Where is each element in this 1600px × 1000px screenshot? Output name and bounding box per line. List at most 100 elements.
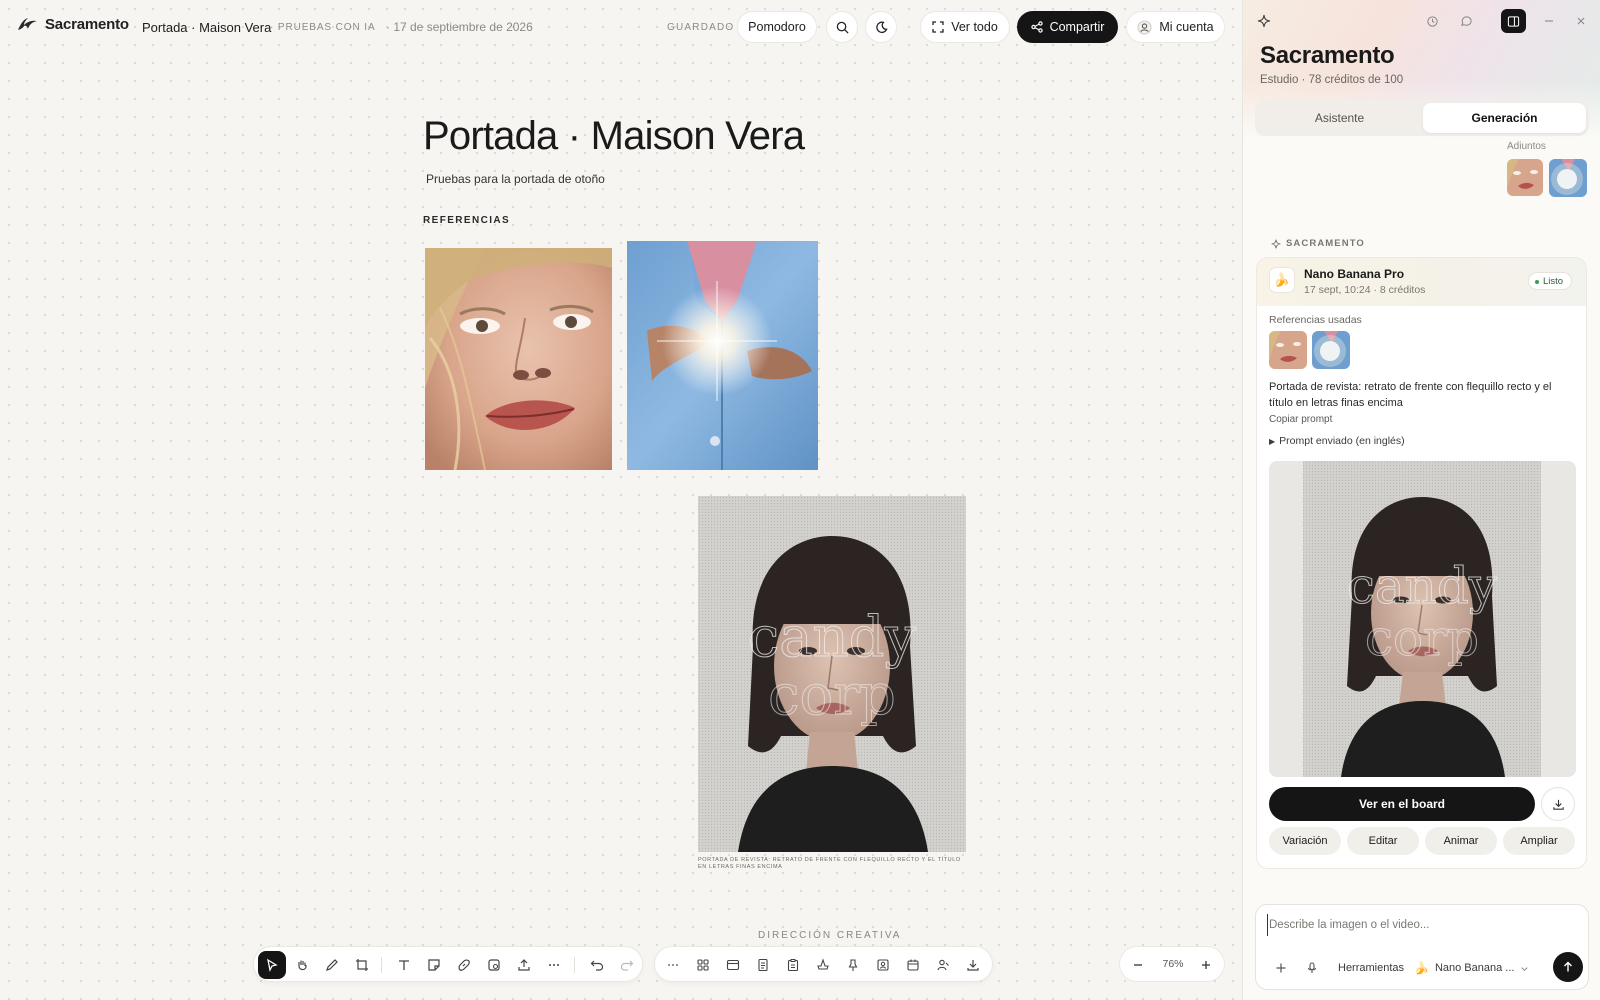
sparkle-button[interactable]: [1253, 10, 1275, 32]
generated-image-result[interactable]: candy corp: [1269, 461, 1576, 777]
tab-assistant[interactable]: Asistente: [1258, 103, 1421, 133]
used-reference-denim[interactable]: [1312, 331, 1350, 369]
attachments-label: Adjuntos: [1507, 141, 1546, 149]
attachment-thumb-denim[interactable]: [1549, 159, 1587, 197]
tab-generation[interactable]: Generación: [1423, 103, 1586, 133]
assistant-section-label: SACRAMENTO: [1271, 238, 1365, 249]
upload-tool[interactable]: [510, 951, 538, 979]
sticky-note-tool[interactable]: [420, 951, 448, 979]
used-reference-face[interactable]: [1269, 331, 1307, 369]
plus-icon: [1202, 961, 1210, 969]
account-label: Mi cuenta: [1159, 20, 1214, 34]
variation-button[interactable]: Variación: [1269, 827, 1341, 855]
minus-icon: [1134, 964, 1142, 966]
generated-image-board[interactable]: candy corp: [698, 496, 966, 852]
expand-icon: [932, 21, 944, 33]
hand-tool[interactable]: [288, 951, 316, 979]
tools-menu-button[interactable]: Herramientas: [1338, 962, 1404, 974]
widgets-more-button[interactable]: [659, 951, 687, 979]
document-title[interactable]: Portada · Maison Vera: [142, 20, 271, 35]
text-tool[interactable]: [390, 951, 418, 979]
zoom-in-button[interactable]: [1192, 951, 1220, 979]
account-button[interactable]: Mi cuenta: [1126, 11, 1225, 43]
link-tool[interactable]: [450, 951, 478, 979]
close-button[interactable]: [1570, 10, 1592, 32]
more-tools-button[interactable]: [540, 951, 568, 979]
hand-icon: [298, 960, 307, 971]
generation-card: 🍌 Nano Banana Pro 17 sept, 10:24 · 8 cré…: [1256, 257, 1587, 869]
prompt-input[interactable]: [1267, 914, 1567, 936]
save-status: GUARDADO: [667, 22, 735, 33]
browser-icon: [726, 959, 740, 971]
more-icon: [668, 964, 678, 966]
search-icon: [836, 21, 849, 34]
calendar-widget-button[interactable]: [899, 951, 927, 979]
ai-side-panel: Sacramento Estudio · 78 créditos de 100 …: [1242, 0, 1600, 1000]
animate-button[interactable]: Animar: [1425, 827, 1497, 855]
undo-button[interactable]: [583, 951, 611, 979]
zoom-out-button[interactable]: [1124, 951, 1152, 979]
share-button[interactable]: Compartir: [1017, 11, 1118, 43]
chat-button[interactable]: [1455, 10, 1477, 32]
board-canvas[interactable]: Sacramento Portada · Maison Vera · PRUEB…: [0, 0, 1242, 1000]
attachment-thumb-face[interactable]: [1507, 159, 1543, 196]
pin-widget-button[interactable]: [839, 951, 867, 979]
disclosure-triangle-icon: ▶: [1269, 437, 1276, 446]
reference-image-face[interactable]: [425, 248, 612, 470]
svg-text:candy: candy: [748, 605, 917, 670]
chat-icon: [1460, 15, 1472, 26]
search-button[interactable]: [826, 11, 858, 43]
add-attachment-button[interactable]: [1270, 957, 1292, 979]
checklist-widget-button[interactable]: [779, 951, 807, 979]
document-widget-button[interactable]: [749, 951, 777, 979]
image-frame-tool[interactable]: [480, 951, 508, 979]
close-icon: [1577, 17, 1585, 25]
pen-icon: [326, 959, 338, 971]
pomodoro-button[interactable]: Pomodoro: [737, 11, 817, 43]
board-title[interactable]: Portada · Maison Vera: [423, 114, 805, 159]
minimize-button[interactable]: [1538, 10, 1560, 32]
share-label: Compartir: [1049, 20, 1105, 34]
prompt-text: Portada de revista: retrato de frente co…: [1269, 381, 1552, 409]
browser-widget-button[interactable]: [719, 951, 747, 979]
mic-icon: [1307, 962, 1317, 973]
panel-icon: [1507, 15, 1520, 27]
clipboard-icon: [787, 959, 799, 972]
grid-widget-button[interactable]: [689, 951, 717, 979]
sent-prompt-toggle[interactable]: ▶ Prompt enviado (en inglés): [1269, 435, 1405, 447]
credits-status: Estudio · 78 créditos de 100: [1260, 74, 1404, 86]
moon-icon: [875, 21, 888, 33]
redo-button[interactable]: [613, 951, 641, 979]
generation-card-header: 🍌 Nano Banana Pro 17 sept, 10:24 · 8 cré…: [1257, 258, 1586, 306]
board-subtitle[interactable]: Pruebas para la portada de otoño: [426, 172, 605, 186]
download-button[interactable]: [1541, 787, 1575, 821]
model-selector[interactable]: 🍌 Nano Banana ...: [1414, 956, 1529, 980]
view-all-label: Ver todo: [951, 20, 998, 34]
person-icon: [937, 959, 949, 971]
pen-tool[interactable]: [318, 951, 346, 979]
upscale-button[interactable]: Ampliar: [1503, 827, 1575, 855]
stamp-widget-button[interactable]: [809, 951, 837, 979]
sparkle-icon: [1271, 239, 1281, 248]
view-on-board-button[interactable]: Ver en el board: [1269, 787, 1535, 821]
reference-image-denim[interactable]: [627, 241, 818, 470]
people-widget-button[interactable]: [929, 951, 957, 979]
breadcrumb-project[interactable]: · PRUEBAS CON IA: [270, 22, 376, 33]
export-button[interactable]: [959, 951, 987, 979]
model-name: Nano Banana Pro: [1304, 267, 1405, 281]
voice-input-button[interactable]: [1301, 957, 1323, 979]
dark-mode-toggle[interactable]: [865, 11, 897, 43]
edit-button[interactable]: Editar: [1347, 827, 1419, 855]
top-bar: Sacramento Portada · Maison Vera · PRUEB…: [0, 0, 1242, 56]
history-button[interactable]: [1421, 10, 1443, 32]
crop-tool[interactable]: [348, 951, 376, 979]
toggle-panel-button[interactable]: [1501, 9, 1526, 33]
svg-text:corp: corp: [768, 663, 896, 728]
contact-widget-button[interactable]: [869, 951, 897, 979]
select-tool[interactable]: [258, 951, 286, 979]
view-all-button[interactable]: Ver todo: [920, 11, 1010, 43]
document-icon: [758, 958, 768, 972]
send-button[interactable]: [1553, 952, 1583, 982]
brand-logo[interactable]: Sacramento: [17, 15, 129, 33]
copy-prompt-link[interactable]: Copiar prompt: [1269, 414, 1332, 425]
